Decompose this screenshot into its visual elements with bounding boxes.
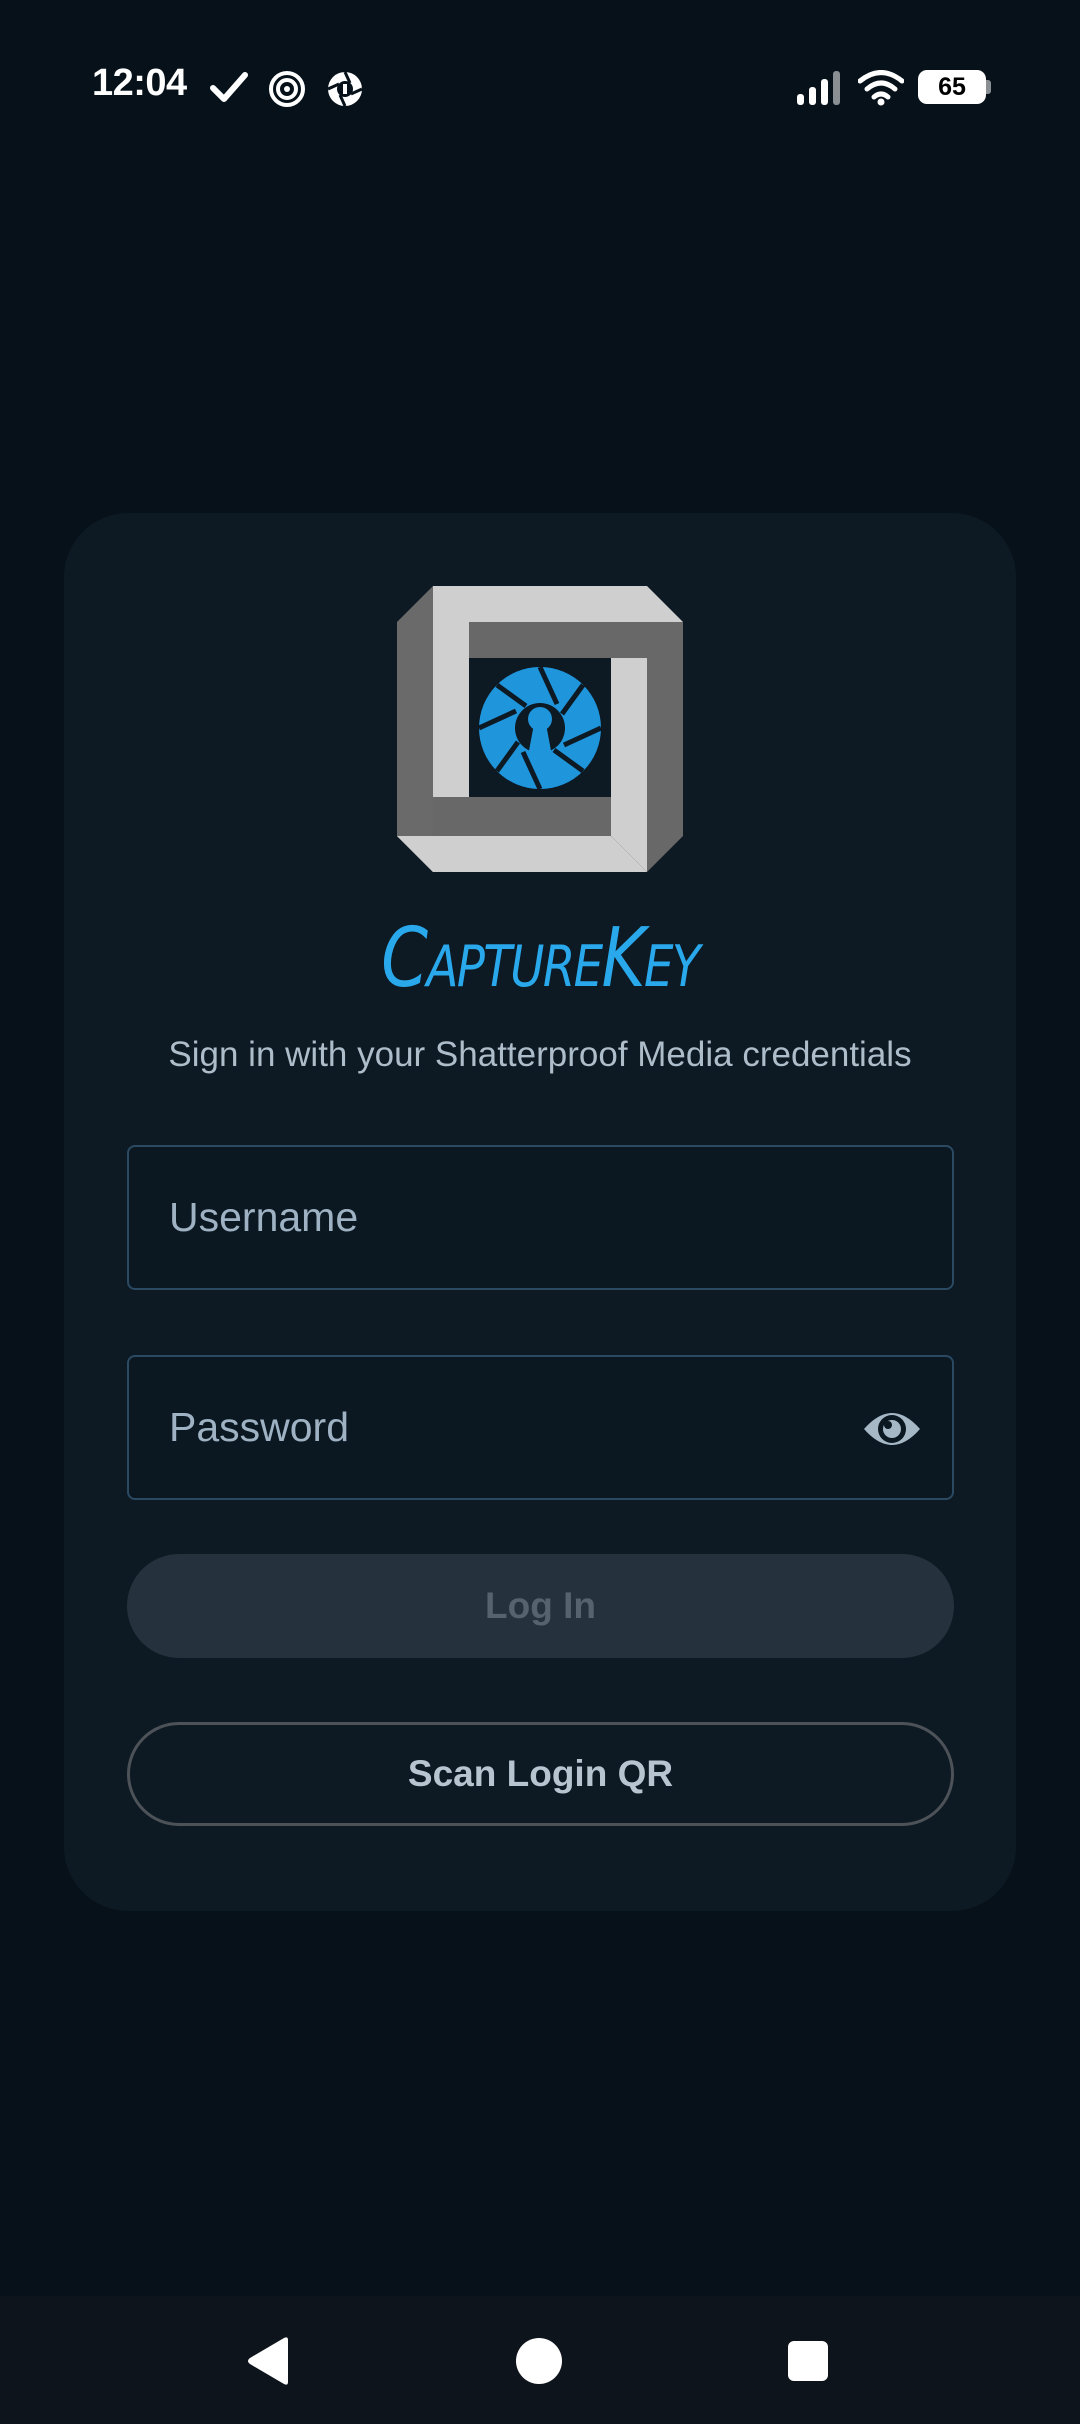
wifi-icon <box>858 70 904 106</box>
navigation-bar <box>0 2296 1080 2424</box>
spiral-app-icon <box>269 71 305 107</box>
battery-nub <box>986 80 991 94</box>
battery-level: 65 <box>938 73 966 101</box>
signin-subtitle: Sign in with your Shatterproof Media cre… <box>168 1035 912 1074</box>
scan-login-qr-button[interactable]: Scan Login QR <box>127 1722 954 1826</box>
password-field[interactable] <box>127 1355 954 1500</box>
password-input[interactable] <box>129 1357 952 1498</box>
status-bar: 12:04 65 <box>0 0 1080 130</box>
brand-name: CaptureKey <box>381 911 700 1006</box>
recents-icon[interactable] <box>788 2341 828 2381</box>
capturekey-logo <box>397 586 683 872</box>
login-button[interactable]: Log In <box>127 1554 954 1658</box>
aperture-app-icon <box>327 71 363 107</box>
check-icon <box>210 72 248 102</box>
username-field[interactable] <box>127 1145 954 1290</box>
battery-icon: 65 <box>918 70 986 104</box>
username-input[interactable] <box>129 1147 952 1288</box>
login-screen: 12:04 65 CaptureKey Sign in with your Sh… <box>0 0 1080 2424</box>
back-icon[interactable] <box>246 2336 292 2386</box>
eye-icon[interactable] <box>862 1403 922 1455</box>
home-icon[interactable] <box>516 2338 562 2384</box>
status-time: 12:04 <box>92 62 187 104</box>
signal-icon <box>797 71 840 105</box>
login-card: CaptureKey Sign in with your Shatterproo… <box>64 513 1016 1911</box>
